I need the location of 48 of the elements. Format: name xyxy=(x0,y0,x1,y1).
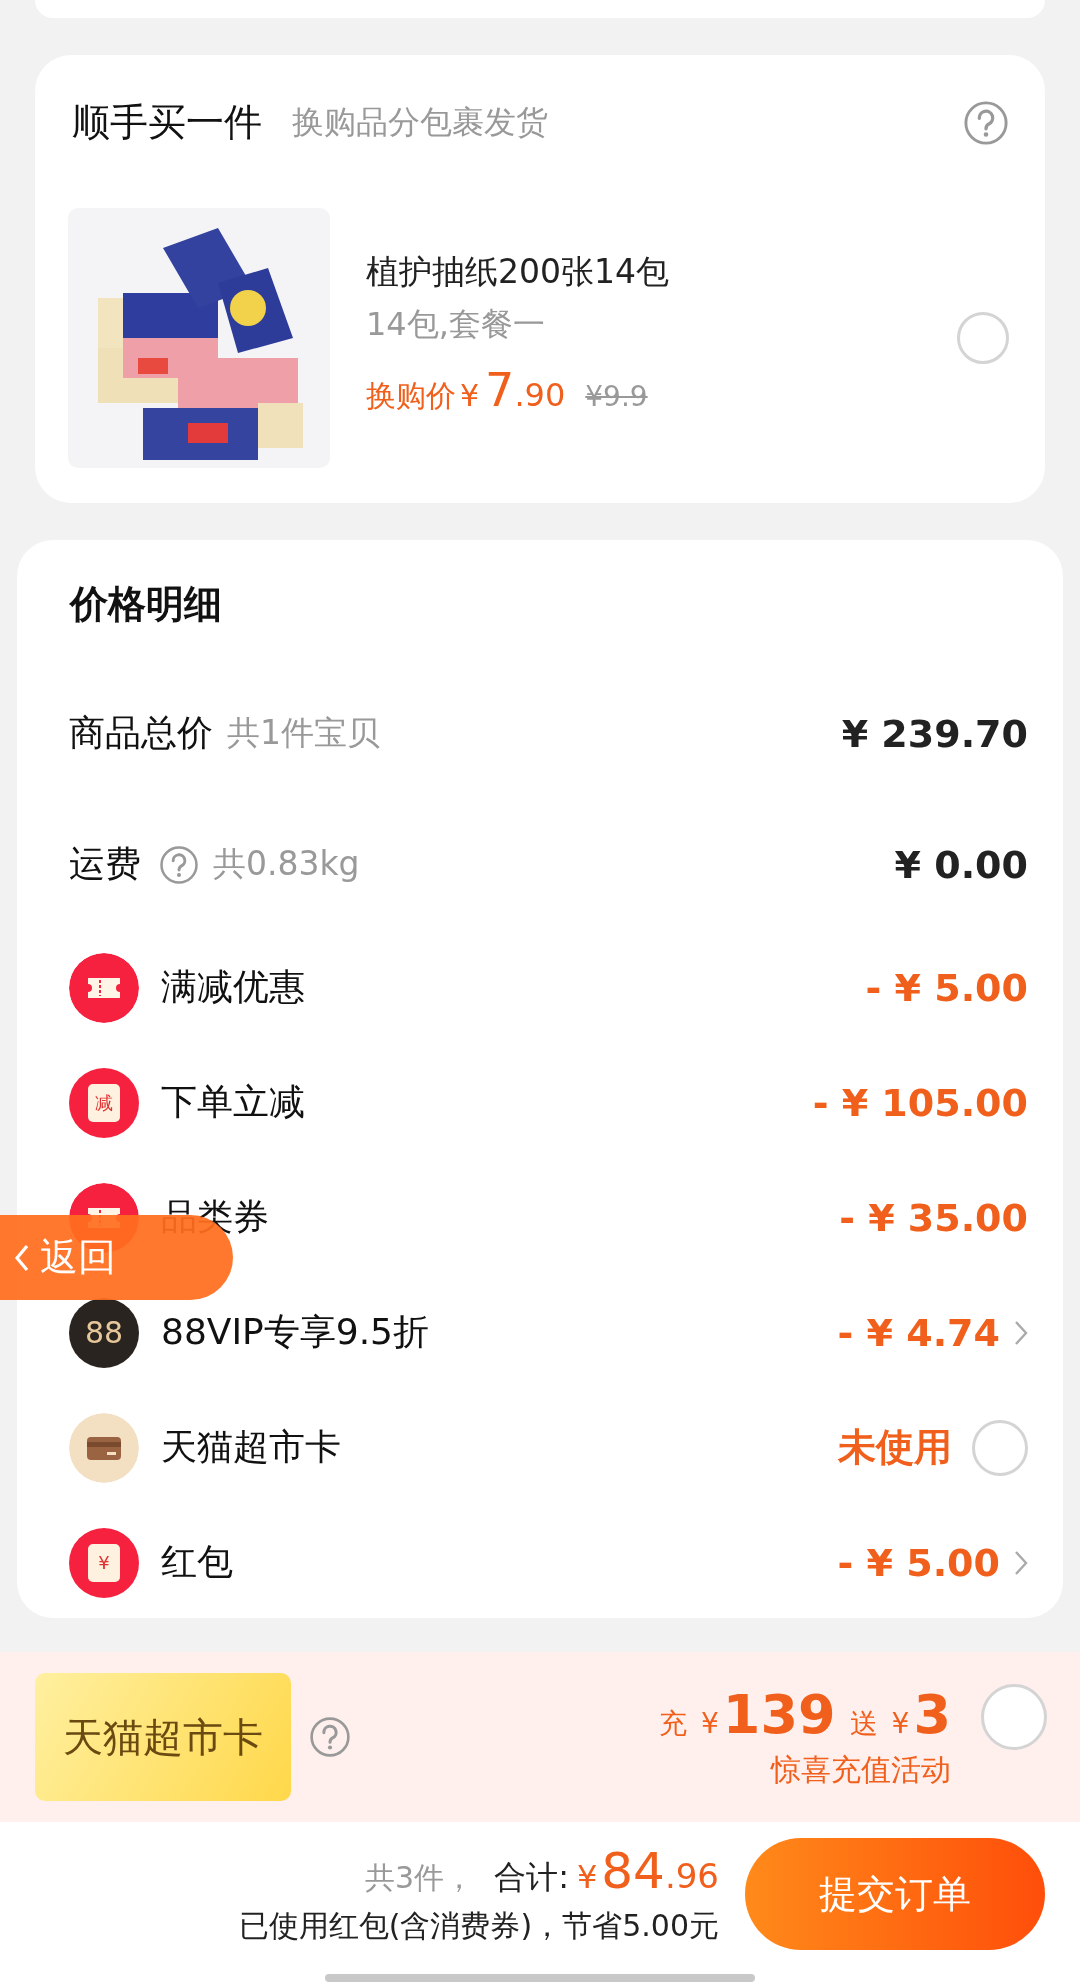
product-name: 植护抽纸200张14包 xyxy=(366,250,670,293)
help-icon[interactable] xyxy=(159,844,199,885)
section-title: 价格明细 xyxy=(68,580,223,628)
offer-label: 送 xyxy=(849,1706,878,1742)
row-amount: ¥ 239.70 xyxy=(841,711,1028,756)
section-subtitle: 换购品分包裹发货 xyxy=(292,101,549,143)
row-label: 下单立减 xyxy=(161,1080,305,1124)
ticket-icon xyxy=(69,952,139,1023)
vip-icon: 88 xyxy=(69,1297,139,1368)
total-label: 合计: xyxy=(494,1856,569,1898)
row-label: 天猫超市卡 xyxy=(161,1425,341,1469)
card-icon xyxy=(69,1412,139,1483)
row-label: 商品总价 xyxy=(69,711,213,755)
help-icon[interactable] xyxy=(309,1716,351,1758)
row-amount: 未使用 xyxy=(838,1424,952,1471)
savings-text: 已使用红包(含消费券)，节省5.00元 xyxy=(238,1906,719,1945)
chevron-left-icon xyxy=(14,1243,30,1272)
row-note: 共1件宝贝 xyxy=(227,712,380,754)
offer-amount: ¥139 xyxy=(701,1683,836,1746)
card-badge: 天猫超市卡 xyxy=(35,1673,291,1801)
item-count: 共3件， xyxy=(365,1858,475,1897)
envelope-icon: ¥ xyxy=(69,1527,139,1598)
section-title: 顺手买一件 xyxy=(72,99,262,146)
envelope-icon: 减 xyxy=(69,1067,139,1138)
row-amount: ¥ 0.00 xyxy=(894,842,1028,887)
offer-label: 充 xyxy=(659,1706,688,1742)
row-amount: - ¥ 5.00 xyxy=(837,1540,1000,1585)
chevron-right-icon[interactable] xyxy=(1014,1549,1028,1576)
row-amount: - ¥ 4.74 xyxy=(837,1310,1000,1355)
original-price: ¥9.9 xyxy=(585,379,648,413)
row-amount: - ¥ 105.00 xyxy=(812,1080,1028,1125)
row-amount: - ¥ 35.00 xyxy=(839,1195,1028,1240)
row-label: 运费 xyxy=(69,842,141,886)
radio-button[interactable] xyxy=(957,312,1009,364)
submit-order-button[interactable]: 提交订单 xyxy=(745,1838,1045,1950)
product-spec: 14包,套餐一 xyxy=(366,303,546,345)
total-price: ¥84.96 xyxy=(576,1841,719,1900)
row-label: 红包 xyxy=(161,1540,233,1584)
row-label: 满减优惠 xyxy=(161,965,305,1009)
help-icon[interactable] xyxy=(963,99,1009,146)
offer-amount: ¥3 xyxy=(891,1683,951,1746)
row-note: 共0.83kg xyxy=(213,843,360,885)
chevron-right-icon[interactable] xyxy=(1014,1319,1028,1346)
offer-note: 惊喜充值活动 xyxy=(771,1751,951,1789)
row-amount: - ¥ 5.00 xyxy=(865,965,1028,1010)
row-label: 88VIP专享9.5折 xyxy=(161,1310,429,1354)
price-label: 换购价 xyxy=(366,376,456,415)
swap-price: ¥7.90 xyxy=(460,362,566,417)
